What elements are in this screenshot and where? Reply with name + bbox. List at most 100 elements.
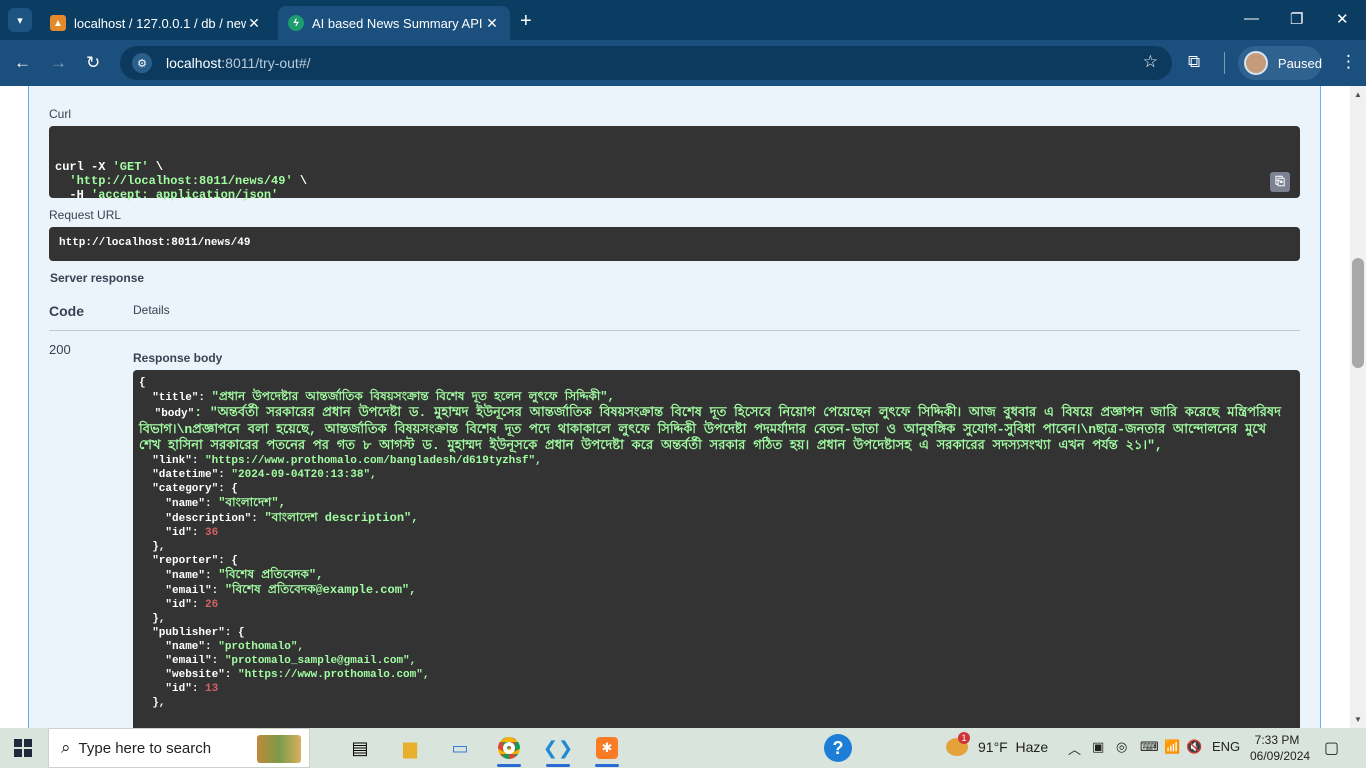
wifi-icon[interactable]: 📶 (1164, 739, 1180, 755)
minimize-icon[interactable]: — (1244, 10, 1259, 27)
site-info-icon[interactable]: ⚙ (132, 53, 152, 73)
fastapi-icon: ϟ (288, 15, 304, 31)
json-line: "description": "বাংলাদেশ description", (165, 511, 419, 525)
clock-time: 7:33 PM (1254, 733, 1300, 747)
network-settings-icon[interactable]: ◎ (1116, 739, 1127, 755)
curl-line: curl -X 'GET' \ (55, 160, 164, 174)
bookmark-star-icon[interactable]: ☆ (1143, 52, 1158, 72)
keyboard-icon[interactable]: ⌨ (1140, 739, 1159, 755)
avatar (1244, 51, 1268, 75)
json-line: "title": "প্রধান উপদেষ্টার আন্তর্জাতিক ব… (152, 390, 615, 404)
close-icon[interactable]: ✕ (246, 15, 262, 32)
server-response-label: Server response (50, 271, 145, 285)
search-icon: ⌕ (61, 738, 71, 757)
curl-lines: curl -X 'GET' \ 'http://localhost:8011/n… (55, 160, 1294, 202)
extensions-icon[interactable]: ⧉ (1188, 52, 1200, 72)
chrome-icon[interactable] (489, 732, 529, 767)
json-line: "id": 36 (165, 527, 219, 539)
browser-tab-bar: ▾ ▲ localhost / 127.0.0.1 / db / news ✕ … (0, 0, 1366, 40)
close-icon[interactable]: ✕ (484, 15, 500, 32)
json-line: "body": "অন্তর্বর্তী সরকারের প্রধান উপদে… (139, 405, 1281, 453)
copy-icon[interactable]: ⎘ (1270, 172, 1290, 192)
help-icon[interactable]: ? (824, 734, 852, 762)
xampp-icon[interactable]: ✱ (587, 732, 627, 767)
json-line: "name": "prothomalo", (165, 641, 305, 653)
json-line: "name": "বাংলাদেশ", (165, 496, 286, 510)
scrollbar-thumb[interactable] (1352, 258, 1364, 368)
request-url-block[interactable]: http://localhost:8011/news/49 (49, 227, 1300, 261)
restore-icon[interactable]: ❐ (1290, 10, 1303, 28)
close-window-icon[interactable]: ✕ (1336, 10, 1349, 28)
request-url-label: Request URL (49, 208, 122, 222)
json-line: }, (139, 613, 166, 625)
address-bar[interactable]: ⚙ localhost:8011/try-out#/ ☆ (120, 46, 1172, 80)
file-explorer-icon[interactable]: ▆ (390, 732, 430, 764)
json-line: "publisher": { (152, 627, 245, 639)
code-header: Code (49, 303, 84, 319)
json-line: "datetime": "2024-09-04T20:13:38", (152, 469, 377, 481)
weather-widget[interactable]: 1 91°F Haze (946, 732, 1049, 756)
weather-icon: 1 (946, 732, 970, 756)
tab-news-api[interactable]: ϟ AI based News Summary API - S ✕ (278, 6, 510, 40)
search-highlight-image (257, 735, 301, 763)
json-line: }, (139, 697, 166, 709)
windows-start-icon[interactable] (14, 739, 32, 757)
json-line: "link": "https://www.prothomalo.com/bang… (152, 455, 542, 467)
divider (49, 330, 1300, 331)
tab-title: localhost / 127.0.0.1 / db / news (74, 15, 246, 31)
notifications-icon[interactable]: ▢ (1324, 738, 1339, 758)
json-line: "website": "https://www.prothomalo.com", (165, 669, 430, 681)
toolbar-divider (1224, 52, 1225, 74)
tab-phpmyadmin[interactable]: ▲ localhost / 127.0.0.1 / db / news ✕ (40, 6, 272, 40)
details-header: Details (133, 303, 170, 317)
json-line: "id": 26 (165, 599, 219, 611)
notification-badge: 1 (958, 732, 970, 744)
status-code: 200 (49, 342, 71, 357)
back-icon[interactable]: ← (14, 53, 31, 73)
weather-desc: Haze (1015, 739, 1049, 755)
profile-button[interactable]: Paused (1238, 46, 1322, 80)
request-url-text: http://localhost:8011/news/49 (59, 237, 251, 249)
scroll-up-icon[interactable]: ▲ (1354, 90, 1362, 99)
json-line: "email": "protomalo_sample@gmail.com", (165, 655, 417, 667)
more-menu-icon[interactable]: ⋮ (1340, 52, 1357, 72)
profile-status: Paused (1277, 55, 1322, 71)
language-indicator[interactable]: ENG (1212, 739, 1240, 754)
json-line: "name": "বিশেষ প্রতিবেদক", (165, 568, 324, 582)
new-tab-icon[interactable]: + (520, 10, 532, 33)
url-text: localhost:8011/try-out#/ (166, 55, 311, 71)
vscode-icon[interactable]: ❮❯ (538, 732, 578, 767)
curl-code-block[interactable]: curl -X 'GET' \ 'http://localhost:8011/n… (49, 126, 1300, 202)
weather-temp: 91°F (978, 739, 1008, 755)
curl-line: 'http://localhost:8011/news/49' \ (69, 174, 308, 188)
curl-line: -H 'accept: application/json' (55, 188, 279, 202)
response-body-label: Response body (133, 351, 223, 365)
forward-icon[interactable]: → (50, 53, 67, 73)
show-hidden-icons-icon[interactable]: ︿ (1068, 739, 1081, 758)
page-content: Curl curl -X 'GET' \ 'http://localhost:8… (0, 86, 1350, 728)
clock-date: 06/09/2024 (1250, 749, 1311, 763)
json-line: "reporter": { (152, 555, 239, 567)
taskbar-search-box[interactable]: ⌕ Type here to search (48, 728, 310, 768)
json-line: "id": 13 (165, 683, 219, 695)
page-scrollbar[interactable]: ▲ ▼ (1350, 86, 1366, 728)
volume-muted-icon[interactable]: 🔇 (1186, 739, 1202, 755)
tab-title: AI based News Summary API - S (312, 15, 484, 31)
json-line: }, (139, 541, 166, 553)
meet-now-icon[interactable]: ▣ (1092, 739, 1104, 755)
task-view-icon[interactable]: ▤ (340, 732, 380, 764)
scroll-down-icon[interactable]: ▼ (1354, 715, 1362, 724)
json-line: "category": { (152, 483, 239, 495)
reload-icon[interactable]: ↻ (86, 53, 100, 73)
browser-toolbar: ← → ↻ ⚙ localhost:8011/try-out#/ ☆ ⧉ Pau… (0, 40, 1366, 86)
tab-search-icon[interactable]: ▾ (8, 8, 32, 32)
search-placeholder: Type here to search (78, 739, 212, 757)
curl-label: Curl (49, 107, 72, 121)
taskbar-clock[interactable]: 7:33 PM 06/09/2024 (1250, 732, 1311, 764)
windows-taskbar: ⌕ Type here to search ▤ ▆ ▭ ❮❯ ✱ ? 1 91°… (0, 728, 1366, 768)
json-line: { (139, 377, 146, 389)
pc-icon[interactable]: ▭ (440, 732, 480, 764)
phpmyadmin-icon: ▲ (50, 15, 66, 31)
json-line: "email": "বিশেষ প্রতিবেদক@example.com", (165, 583, 417, 597)
response-body-block[interactable]: { "title": "প্রধান উপদেষ্টার আন্তর্জাতিক… (133, 370, 1300, 728)
